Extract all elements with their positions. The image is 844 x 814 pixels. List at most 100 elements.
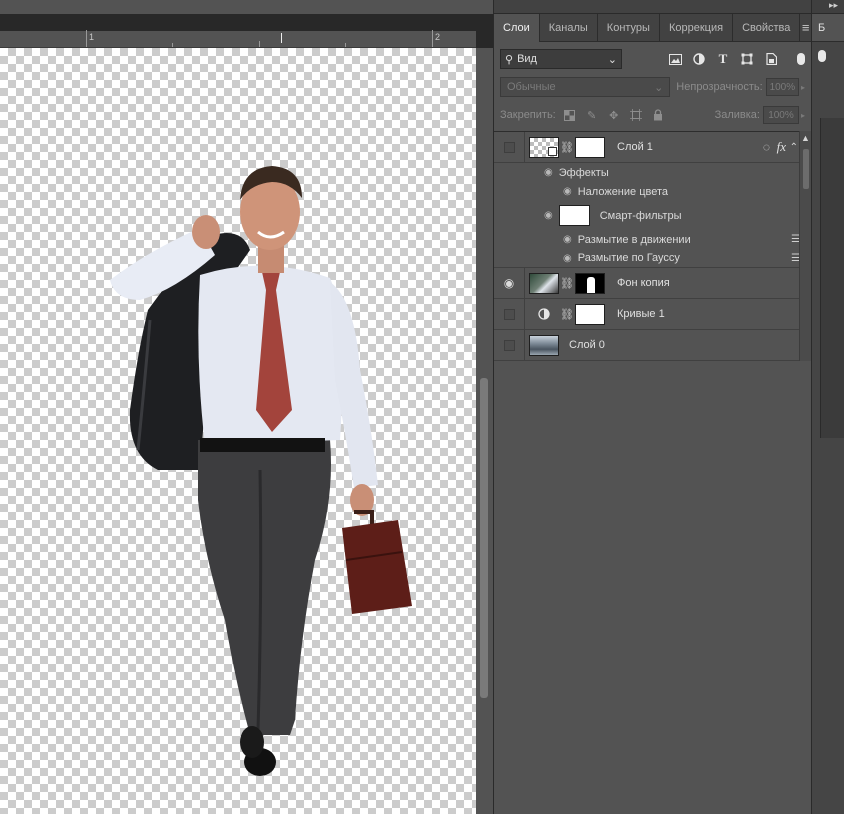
tab-adjustments[interactable]: Коррекция [660,14,734,42]
lock-paint-icon[interactable]: ✎ [584,107,600,123]
link-chain-icon[interactable]: ⛓ [560,141,574,154]
blend-mode-dropdown[interactable]: Обычные ⌄ [500,77,671,97]
collapsed-panel-body [820,118,844,438]
hamburger-menu-icon[interactable]: ≡ [800,14,811,41]
smart-object-filter-icon[interactable] [762,50,780,68]
filter-toggle-switch[interactable] [797,53,805,65]
smart-filters-row[interactable]: ◉ Смарт-фильтры [494,201,812,230]
layer-row-sloy-0[interactable]: Слой 0 [494,329,812,361]
ruler-tick [172,43,173,47]
businessman-photo [110,166,412,776]
lock-artboard-icon[interactable] [628,107,644,123]
adjustment-filter-icon[interactable] [690,50,708,68]
visibility-toggle[interactable] [494,131,525,163]
eye-icon[interactable]: ◉ [544,167,553,178]
chevron-up-icon[interactable]: ▲ [801,133,810,143]
layer-name[interactable]: Слой 0 [569,339,605,351]
chevron-right-icon[interactable]: ▸ [801,83,805,92]
link-chain-icon[interactable]: ⛓ [560,277,574,290]
scrollbar-thumb[interactable] [480,378,488,698]
eye-icon[interactable]: ◉ [563,234,572,245]
collapsed-panel-strip: ▸▸ Б [811,0,844,814]
tab-channels[interactable]: Каналы [540,14,598,42]
effects-label: Эффекты [558,166,609,179]
layer-mask-thumbnail[interactable] [575,303,605,325]
layer-thumbnail[interactable] [529,272,559,294]
visibility-toggle[interactable] [494,329,525,361]
tab-properties[interactable]: Свойства [733,14,801,42]
filter-row: ⚲ Вид ⌄ T [494,45,811,73]
link-chain-icon[interactable]: ⛓ [560,308,574,321]
ruler-label-2: 2 [435,32,441,42]
panel-tab-bar: Слои Каналы Контуры Коррекция Свойства ≡ [494,14,811,42]
visibility-toggle[interactable]: ◉ [494,267,525,299]
effect-color-overlay[interactable]: ◉ Наложение цвета [494,182,812,201]
type-filter-icon[interactable]: T [714,50,732,68]
collapsed-panel-tab[interactable]: Б [812,14,844,42]
lock-label: Закрепить: [500,109,556,121]
layer-mask-thumbnail[interactable] [575,136,605,158]
scrollbar-thumb[interactable] [803,149,809,189]
effect-label: Наложение цвета [577,185,669,198]
tab-layers[interactable]: Слои [494,14,540,42]
filter-label: Размытие в движении [577,233,691,246]
layer-name[interactable]: Фон копия [617,277,670,289]
panel-toggle[interactable] [818,50,826,62]
layer-row-fon-kopiya[interactable]: ◉ ⛓ Фон копия [494,267,812,299]
eye-icon[interactable]: ◉ [563,186,572,197]
visibility-toggle[interactable] [494,298,525,330]
document-canvas[interactable] [0,48,476,814]
fill-label: Заливка: [714,109,760,121]
canvas-vertical-scrollbar[interactable] [476,48,493,814]
layer-row-sloy-1[interactable]: ⛓ Слой 1 ◌ fx ⌃ [494,131,812,163]
smart-filters-label: Смарт-фильтры [599,209,682,222]
smart-filter-mask-thumbnail[interactable] [558,205,590,226]
tab-paths[interactable]: Контуры [598,14,660,42]
layer-thumbnail[interactable] [529,136,559,158]
canvas-area[interactable]: 1 2 [0,0,493,814]
filter-gaussian-blur[interactable]: ◉ Размытие по Гауссу ☰ [494,249,812,268]
visibility-box [503,141,515,153]
lock-transparency-icon[interactable] [562,107,578,123]
layer-name[interactable]: Слой 1 [617,141,653,153]
collapse-effects-icon[interactable]: ⌃ [790,142,798,153]
eye-icon[interactable]: ◉ [563,253,572,264]
filter-type-label: Вид [517,53,537,65]
blend-options-icon[interactable]: ◌ [763,140,770,154]
expand-panels-icon[interactable]: ▸▸ [812,0,844,14]
lock-row: Закрепить: ✎ ✥ Заливка: 100% ▸ [494,101,811,129]
fx-icon[interactable]: fx [777,139,786,155]
horizontal-ruler[interactable]: 1 2 [0,30,476,48]
lock-all-icon[interactable] [650,107,666,123]
lock-position-icon[interactable]: ✥ [606,107,622,123]
effects-row[interactable]: ◉ Эффекты [494,163,812,182]
eye-icon: ◉ [503,276,515,290]
adjustment-layer-icon[interactable] [529,304,559,325]
ruler-tick [345,43,346,47]
ruler-cursor-marker [281,33,282,43]
filter-motion-blur[interactable]: ◉ Размытие в движении ☰ [494,230,812,249]
layers-list: ⛓ Слой 1 ◌ fx ⌃ ◉ Эффекты ◉ Наложение цв… [494,131,812,361]
layers-scrollbar[interactable]: ▲ [799,131,811,361]
chevron-down-icon: ⌄ [607,53,617,66]
layers-panel: Слои Каналы Контуры Коррекция Свойства ≡… [493,0,812,814]
ruler-tick [259,41,260,47]
layer-thumbnail[interactable] [529,334,559,356]
opacity-label: Непрозрачность: [676,81,763,93]
layer-mask-thumbnail[interactable] [575,272,605,294]
opacity-field[interactable]: 100% [765,78,799,96]
filter-type-dropdown[interactable]: ⚲ Вид ⌄ [500,49,622,69]
chevron-right-icon[interactable]: ▸ [801,111,805,120]
image-filter-icon[interactable] [666,50,684,68]
blend-row: Обычные ⌄ Непрозрачность: 100% ▸ [494,73,811,101]
search-icon: ⚲ [505,53,514,66]
layer-row-krivye-1[interactable]: ⛓ Кривые 1 [494,298,812,330]
smart-object-badge-icon [548,146,557,156]
layer-name[interactable]: Кривые 1 [617,308,665,320]
shape-filter-icon[interactable] [738,50,756,68]
ruler-tick [86,30,87,47]
eye-icon[interactable]: ◉ [544,210,553,221]
fill-field[interactable]: 100% [762,106,799,124]
visibility-box [503,339,515,351]
visibility-box [503,308,515,320]
